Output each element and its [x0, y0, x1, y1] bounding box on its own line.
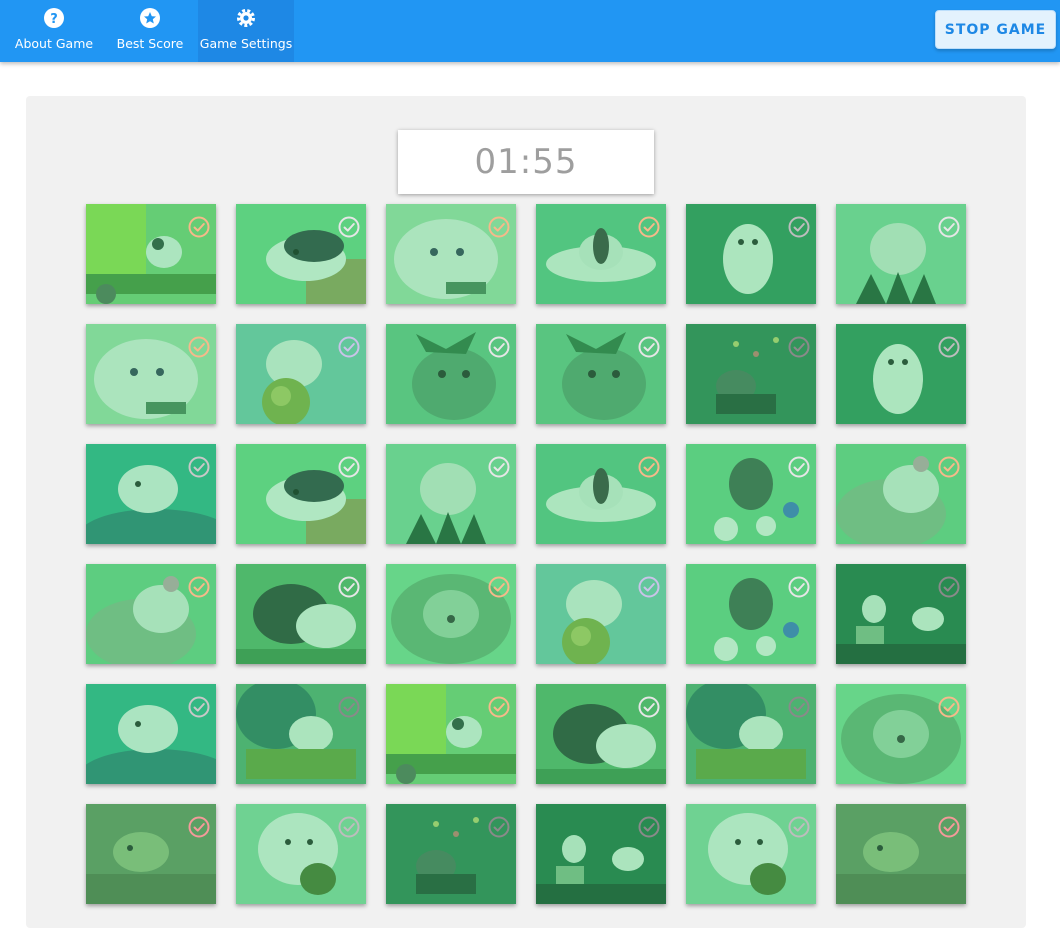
memory-card[interactable] [386, 684, 516, 784]
nav-best-score[interactable]: Best Score [102, 0, 198, 62]
memory-card[interactable] [536, 324, 666, 424]
check-circle-icon [638, 336, 660, 358]
memory-card[interactable] [536, 204, 666, 304]
check-circle-icon [188, 816, 210, 838]
check-circle-icon [338, 696, 360, 718]
memory-card[interactable] [236, 204, 366, 304]
check-circle-icon [488, 816, 510, 838]
check-circle-icon [938, 816, 960, 838]
memory-card[interactable] [836, 204, 966, 304]
memory-card[interactable] [686, 804, 816, 904]
memory-card[interactable] [86, 564, 216, 664]
svg-text:?: ? [50, 12, 58, 27]
check-circle-icon [638, 216, 660, 238]
nav-settings-label: Game Settings [199, 36, 293, 51]
check-circle-icon [638, 576, 660, 598]
check-circle-icon [488, 576, 510, 598]
stop-game-button[interactable]: STOP GAME [935, 10, 1056, 49]
check-circle-icon [338, 216, 360, 238]
memory-card[interactable] [836, 684, 966, 784]
memory-card[interactable] [86, 324, 216, 424]
memory-card[interactable] [536, 564, 666, 664]
game-timer: 01:55 [398, 130, 654, 194]
memory-card[interactable] [686, 204, 816, 304]
help-circle-icon: ? [44, 8, 64, 28]
check-circle-icon [188, 456, 210, 478]
check-circle-icon [488, 696, 510, 718]
memory-card[interactable] [236, 804, 366, 904]
check-circle-icon [938, 216, 960, 238]
check-circle-icon [938, 336, 960, 358]
memory-card[interactable] [536, 804, 666, 904]
memory-card[interactable] [386, 564, 516, 664]
memory-card[interactable] [536, 684, 666, 784]
memory-card[interactable] [386, 204, 516, 304]
check-circle-icon [938, 576, 960, 598]
gear-icon [237, 9, 255, 27]
check-circle-icon [338, 816, 360, 838]
check-circle-icon [338, 336, 360, 358]
memory-card[interactable] [386, 444, 516, 544]
check-circle-icon [638, 456, 660, 478]
memory-card[interactable] [236, 684, 366, 784]
check-circle-icon [188, 216, 210, 238]
memory-card[interactable] [86, 204, 216, 304]
check-circle-icon [188, 336, 210, 358]
star-circle-icon [140, 8, 160, 28]
app-bar: ? About Game Best Score Game Settings ST… [0, 0, 1060, 62]
memory-card[interactable] [686, 564, 816, 664]
memory-card[interactable] [86, 804, 216, 904]
nav-about-label: About Game [14, 36, 94, 51]
nav-game-settings[interactable]: Game Settings [198, 0, 294, 62]
check-circle-icon [638, 816, 660, 838]
memory-card[interactable] [836, 804, 966, 904]
nav-about-game[interactable]: ? About Game [6, 0, 102, 62]
memory-card[interactable] [836, 444, 966, 544]
memory-card[interactable] [86, 444, 216, 544]
check-circle-icon [338, 456, 360, 478]
memory-card[interactable] [86, 684, 216, 784]
memory-card[interactable] [836, 564, 966, 664]
memory-card[interactable] [386, 804, 516, 904]
check-circle-icon [788, 456, 810, 478]
check-circle-icon [188, 696, 210, 718]
check-circle-icon [788, 576, 810, 598]
check-circle-icon [938, 456, 960, 478]
memory-card[interactable] [536, 444, 666, 544]
memory-card[interactable] [836, 324, 966, 424]
memory-card[interactable] [686, 324, 816, 424]
memory-card[interactable] [686, 444, 816, 544]
memory-card[interactable] [236, 444, 366, 544]
check-circle-icon [488, 336, 510, 358]
memory-card[interactable] [236, 324, 366, 424]
check-circle-icon [638, 696, 660, 718]
check-circle-icon [188, 576, 210, 598]
check-circle-icon [938, 696, 960, 718]
check-circle-icon [788, 816, 810, 838]
main-nav: ? About Game Best Score Game Settings [6, 0, 294, 62]
check-circle-icon [788, 216, 810, 238]
check-circle-icon [488, 216, 510, 238]
check-circle-icon [788, 696, 810, 718]
memory-card[interactable] [236, 564, 366, 664]
check-circle-icon [338, 576, 360, 598]
memory-card[interactable] [386, 324, 516, 424]
check-circle-icon [788, 336, 810, 358]
memory-card[interactable] [686, 684, 816, 784]
nav-best-label: Best Score [116, 36, 184, 51]
check-circle-icon [488, 456, 510, 478]
